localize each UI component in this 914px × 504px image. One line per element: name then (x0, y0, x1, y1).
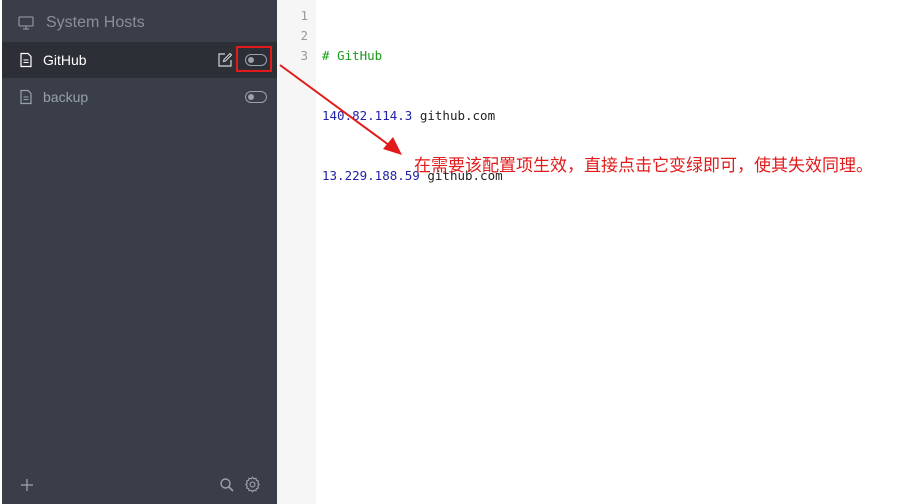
code-ip: 13.229.188.59 (322, 168, 420, 183)
line-number: 3 (300, 48, 308, 63)
code-ip: 140.82.114.3 (322, 108, 413, 123)
sidebar-item-system-hosts[interactable]: System Hosts (2, 4, 277, 42)
code-line: # GitHub (322, 46, 503, 66)
plus-icon[interactable] (19, 477, 35, 493)
sidebar-item-label: System Hosts (46, 14, 145, 31)
toggle-switch-github[interactable] (245, 54, 267, 66)
line-number: 1 (300, 8, 308, 23)
app-window: System Hosts GitHub backup 1 2 3 # GitHu… (0, 0, 914, 504)
code-comment: # GitHub (322, 48, 383, 63)
toggle-knob (248, 93, 254, 100)
toggle-knob (248, 56, 254, 63)
sidebar-item-github[interactable]: GitHub (2, 42, 277, 78)
gear-icon[interactable] (244, 476, 261, 493)
sidebar-item-backup[interactable]: backup (2, 79, 277, 115)
sidebar-item-label: backup (43, 89, 89, 105)
code-line: 140.82.114.3 github.com (322, 106, 503, 126)
annotation-text: 在需要该配置项生效，直接点击它变绿即可，使其失效同理。 (414, 156, 873, 176)
edit-icon[interactable] (217, 52, 233, 68)
sidebar-item-label: GitHub (43, 52, 87, 68)
file-icon (20, 52, 32, 68)
line-number: 2 (300, 28, 308, 43)
monitor-icon (18, 16, 34, 30)
hosts-editor[interactable]: # GitHub 140.82.114.3 github.com 13.229.… (322, 6, 503, 226)
sidebar: System Hosts GitHub backup (2, 0, 277, 504)
toggle-switch-backup[interactable] (245, 91, 267, 103)
code-host: github.com (412, 108, 496, 123)
search-icon[interactable] (219, 477, 235, 493)
file-icon (20, 89, 32, 105)
line-numbers: 1 2 3 (277, 6, 308, 66)
editor-gutter (277, 0, 316, 504)
